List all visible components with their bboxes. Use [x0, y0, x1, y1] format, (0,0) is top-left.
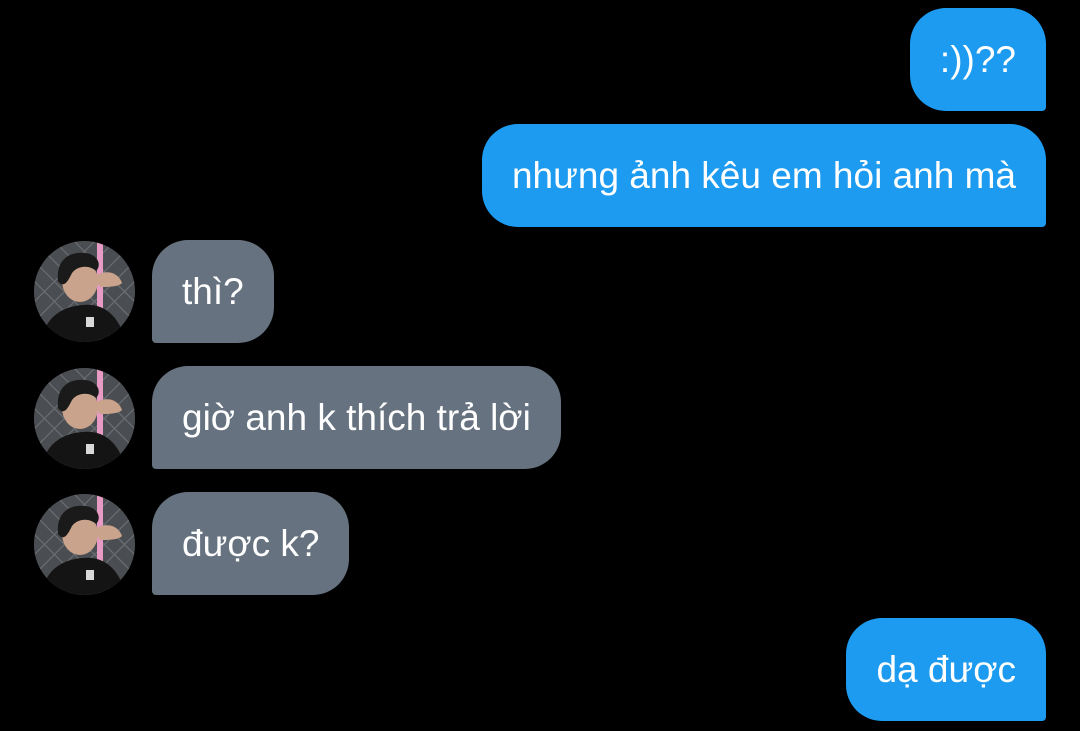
sent-message-bubble[interactable]: :))?? [909, 8, 1046, 111]
avatar-photo-icon [34, 494, 135, 595]
avatar-photo-icon [34, 241, 135, 342]
sent-message-bubble[interactable]: dạ được [846, 618, 1046, 721]
received-message-bubble[interactable]: giờ anh k thích trả lời [152, 366, 561, 469]
message-thread: :))?? nhưng ảnh kêu em hỏi anh mà thì? g… [0, 0, 1080, 731]
sent-message-bubble[interactable]: nhưng ảnh kêu em hỏi anh mà [481, 124, 1046, 227]
received-message-bubble[interactable]: thì? [152, 240, 274, 343]
sender-avatar[interactable] [34, 368, 135, 469]
avatar-photo-icon [34, 368, 135, 469]
sender-avatar[interactable] [34, 241, 135, 342]
sender-avatar[interactable] [34, 494, 135, 595]
received-message-bubble[interactable]: được k? [152, 492, 350, 595]
